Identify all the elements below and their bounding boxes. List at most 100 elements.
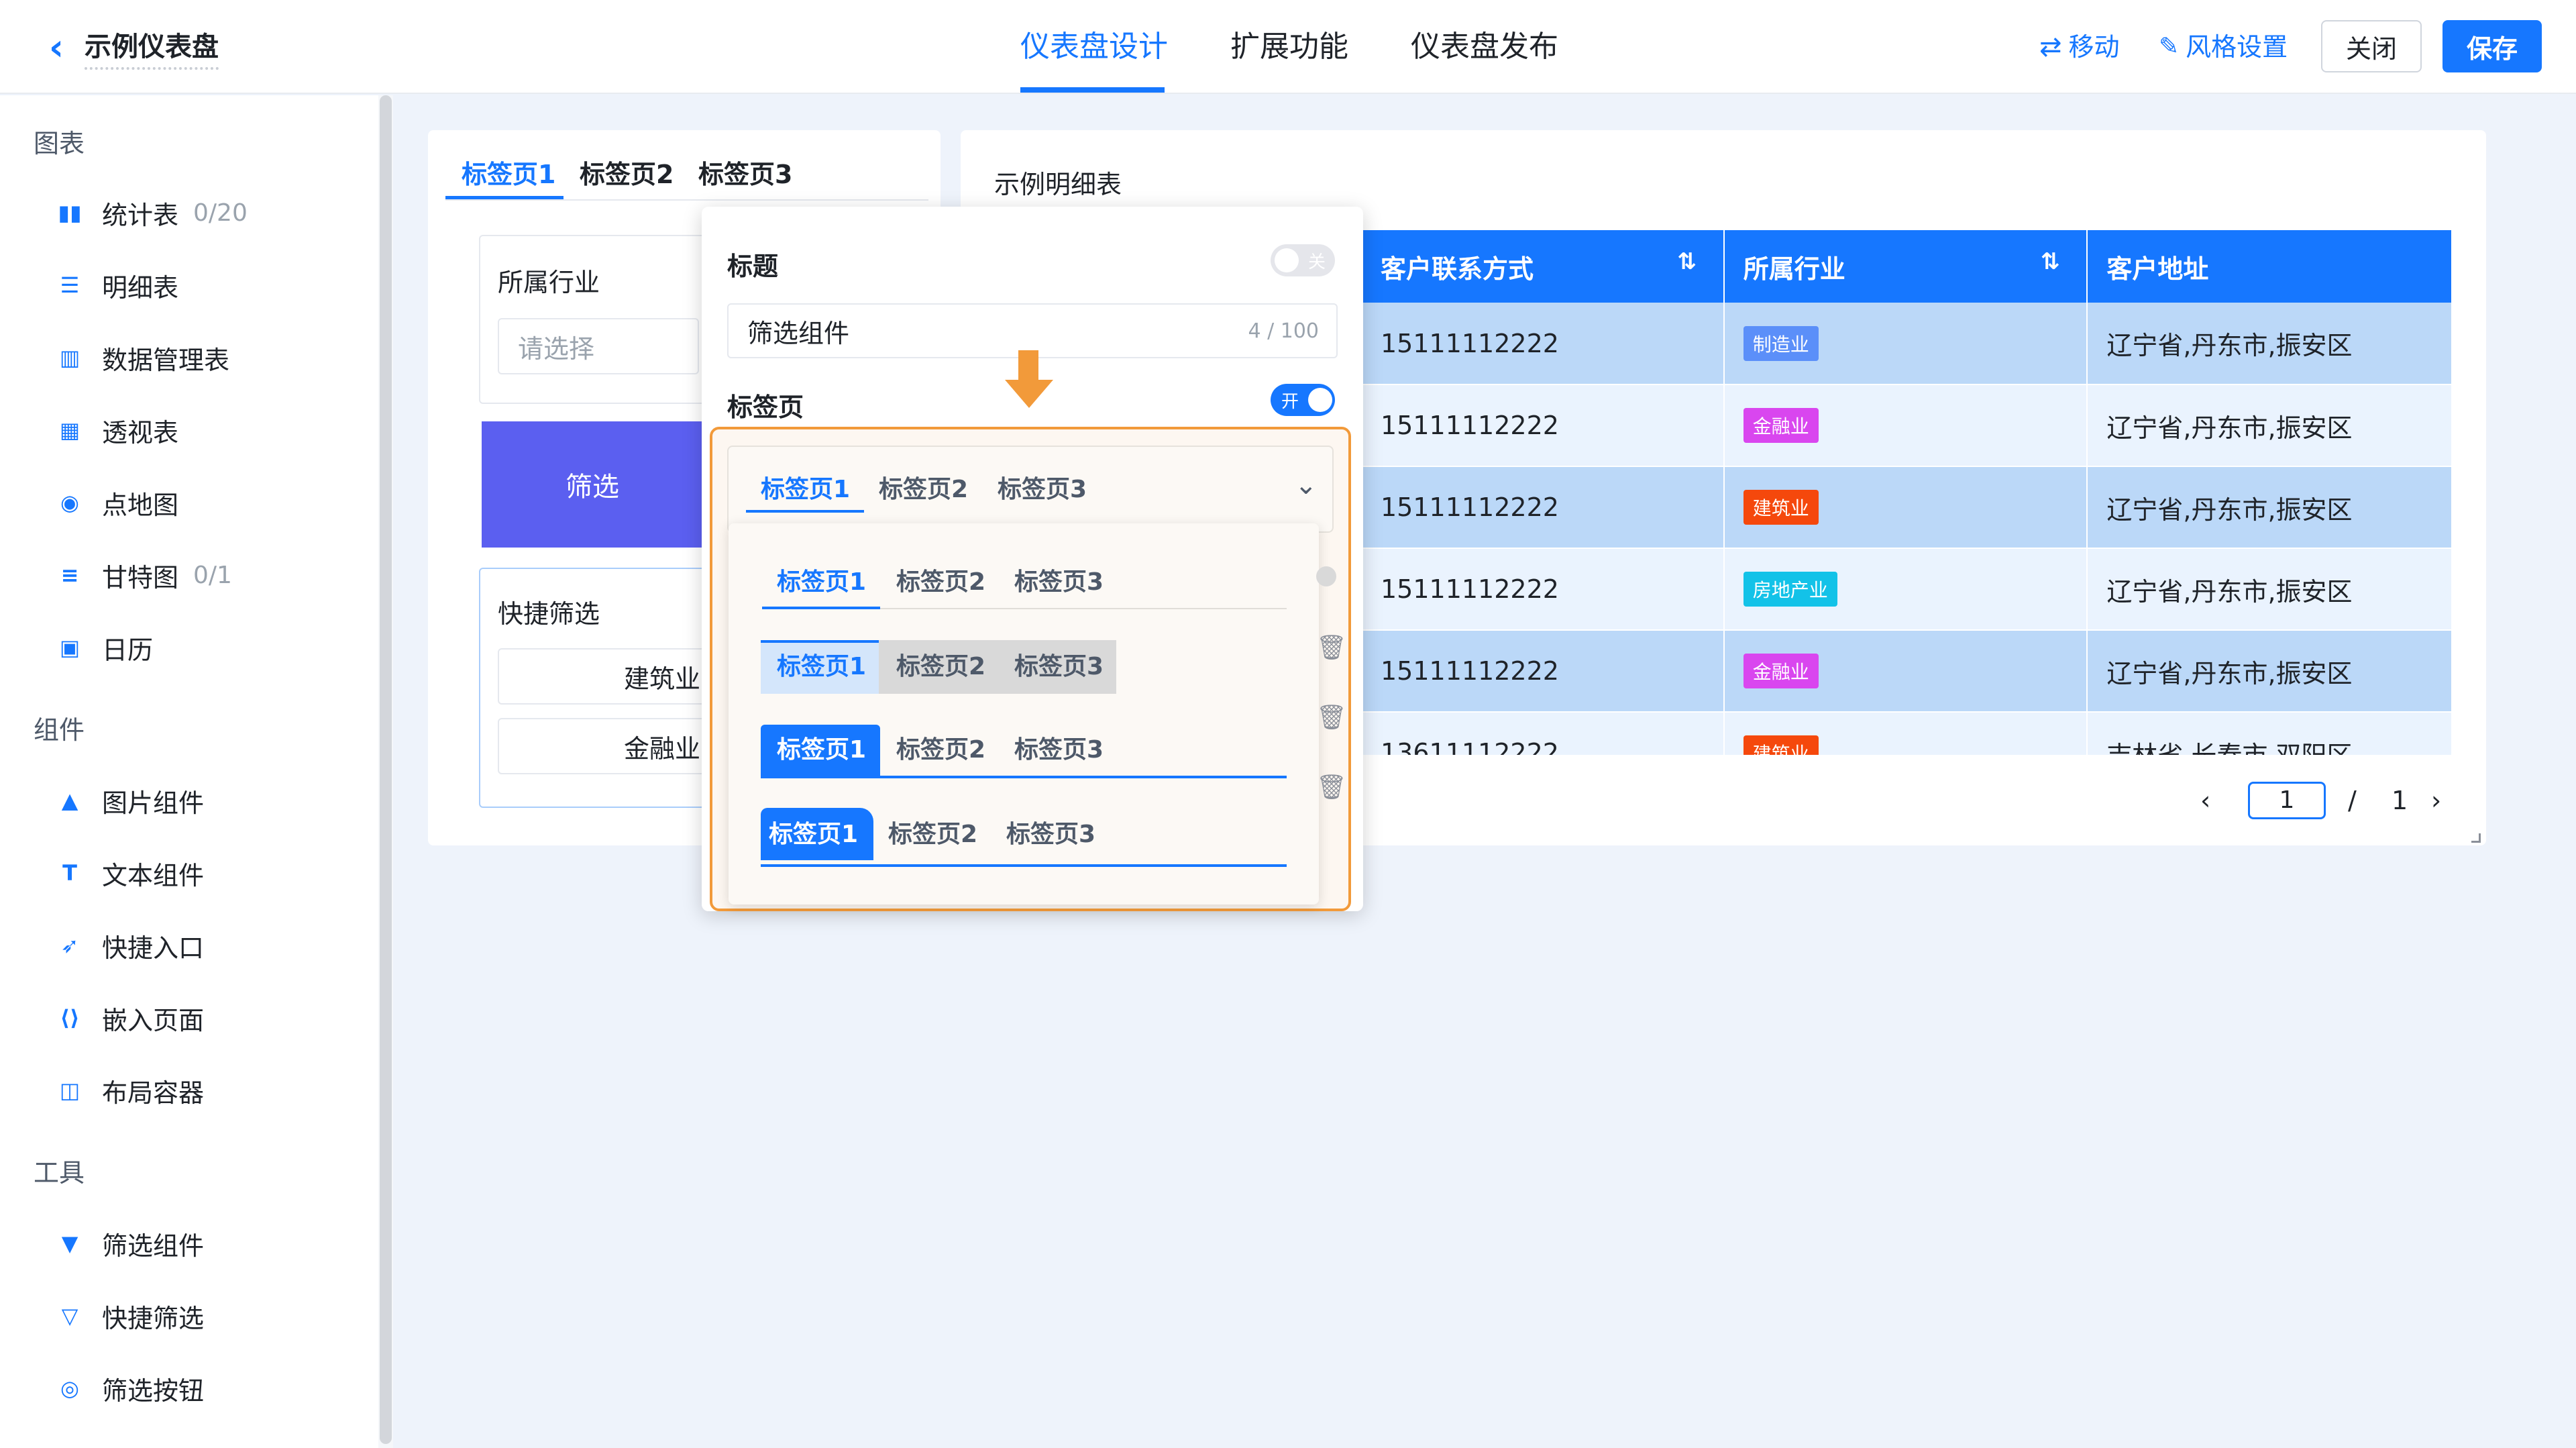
trash-icon[interactable]: 🗑 bbox=[1316, 773, 1347, 801]
cell-industry: 建筑业 bbox=[1723, 712, 2088, 755]
sidebar-item-embed[interactable]: ⟨⟩ 嵌入页面 bbox=[56, 994, 204, 1041]
filter-tab-3[interactable]: 标签页3 bbox=[698, 154, 792, 195]
cell-industry: 金融业 bbox=[1723, 384, 2088, 467]
move-button[interactable]: ⇄ 移动 bbox=[2039, 28, 2120, 66]
page-separator: / bbox=[2348, 786, 2357, 815]
sidebar-item-filter[interactable]: ▼ 筛选组件 bbox=[56, 1220, 204, 1267]
quick-filter-icon: ▽ bbox=[61, 1303, 78, 1329]
gantt-icon: ≡ bbox=[60, 562, 79, 588]
sidebar-item-shortcut[interactable]: ➶ 快捷入口 bbox=[56, 922, 204, 969]
embed-icon: ⟨⟩ bbox=[60, 1005, 80, 1031]
sidebar-item-gantt[interactable]: ≡ 甘特图 0/1 bbox=[56, 552, 232, 599]
tabs-toggle-knob bbox=[1308, 388, 1332, 412]
title-setting-label: 标题 bbox=[727, 252, 779, 281]
prev-page-icon[interactable]: ‹ bbox=[2200, 780, 2210, 821]
detail-table-icon: ☰ bbox=[60, 272, 80, 298]
style-settings-label: 风格设置 bbox=[2186, 32, 2288, 62]
style-settings-button[interactable]: ✎ 风格设置 bbox=[2159, 28, 2288, 66]
next-page-icon[interactable]: › bbox=[2431, 780, 2441, 821]
sidebar-item-text[interactable]: T 文本组件 bbox=[56, 849, 204, 896]
industry-tag: 建筑业 bbox=[1743, 490, 1819, 525]
option1-divider bbox=[880, 608, 1287, 609]
preview-tab-underline bbox=[746, 510, 864, 513]
filter-tab-divider bbox=[445, 199, 928, 201]
sidebar-item-detail-table[interactable]: ☰ 明细表 bbox=[56, 262, 178, 309]
text-icon: T bbox=[62, 860, 77, 886]
quick-option-construction[interactable]: 建筑业 bbox=[498, 648, 706, 705]
table-row[interactable]: 15111112222 房地产业 辽宁省,丹东市,振安区 bbox=[1362, 548, 2453, 631]
filter-icon: ▼ bbox=[61, 1231, 78, 1256]
sidebar-scrollbar[interactable] bbox=[380, 95, 392, 1444]
section-components: 组件 bbox=[34, 715, 85, 745]
filter-tab-1[interactable]: 标签页1 bbox=[462, 154, 555, 195]
column-header-address[interactable]: 客户地址 bbox=[2087, 230, 2453, 303]
table-row[interactable]: 15111112222 金融业 辽宁省,丹东市,振安区 bbox=[1362, 630, 2453, 713]
column-header-phone[interactable]: 客户联系方式 ⇅ bbox=[1362, 230, 1725, 303]
option1-underline bbox=[762, 607, 880, 609]
page-input[interactable]: 1 bbox=[2248, 782, 2326, 819]
table-row[interactable]: 13611112222 建筑业 吉林省,长春市,双阳区 bbox=[1362, 712, 2453, 755]
title-char-count: 4 / 100 bbox=[1248, 319, 1319, 343]
cell-industry: 建筑业 bbox=[1723, 466, 2088, 549]
move-label: 移动 bbox=[2068, 32, 2120, 62]
tab-extensions[interactable]: 扩展功能 bbox=[1230, 20, 1348, 74]
trash-icon[interactable]: 🗑 bbox=[1316, 703, 1347, 731]
sidebar-item-stat-table[interactable]: ▮▮ 统计表 0/20 bbox=[56, 189, 247, 236]
section-tools: 工具 bbox=[34, 1158, 85, 1188]
cell-address: 辽宁省,丹东市,振安区 bbox=[2087, 548, 2453, 631]
industry-tag: 金融业 bbox=[1743, 654, 1819, 688]
quick-option-finance[interactable]: 金融业 bbox=[498, 718, 706, 774]
sort-icon[interactable]: ⇅ bbox=[1677, 248, 1697, 275]
sidebar-item-quick-filter[interactable]: ▽ 快捷筛选 bbox=[56, 1292, 204, 1339]
resize-handle-icon[interactable] bbox=[2471, 833, 2481, 843]
cell-phone: 15111112222 bbox=[1362, 630, 1725, 713]
option2-tab-3: 标签页3 bbox=[1014, 653, 1104, 680]
cell-industry: 制造业 bbox=[1723, 303, 2088, 385]
back-icon[interactable]: ‹ bbox=[42, 26, 71, 68]
industry-tag: 房地产业 bbox=[1743, 572, 1837, 607]
table-row[interactable]: 15111112222 制造业 辽宁省,丹东市,振安区 bbox=[1362, 303, 2453, 385]
trash-icon[interactable]: 🗑 bbox=[1316, 633, 1347, 662]
option4-tab-1: 标签页1 bbox=[769, 821, 859, 848]
cell-phone: 15111112222 bbox=[1362, 303, 1725, 385]
cell-phone: 15111112222 bbox=[1362, 548, 1725, 631]
calendar-icon: ▣ bbox=[59, 635, 80, 660]
table-viewport: 客户联系方式 ⇅ 所属行业 ⇅ 客户地址 15111112222 制造业 辽宁省,丹东市… bbox=[1362, 230, 2453, 755]
filter-submit-button[interactable]: 筛选 bbox=[482, 421, 703, 548]
option2-tab-2: 标签页2 bbox=[896, 653, 986, 680]
data-manage-icon: ▥ bbox=[59, 345, 80, 370]
industry-tag: 金融业 bbox=[1743, 408, 1819, 443]
column-header-industry[interactable]: 所属行业 ⇅ bbox=[1723, 230, 2088, 303]
save-button[interactable]: 保存 bbox=[2443, 20, 2542, 72]
tab-publish[interactable]: 仪表盘发布 bbox=[1411, 20, 1558, 74]
sidebar-item-data-manage[interactable]: ▥ 数据管理表 bbox=[56, 334, 229, 381]
annotation-arrow-shaft bbox=[1018, 350, 1038, 384]
industry-select[interactable]: 请选择 bbox=[498, 318, 699, 374]
sidebar-item-image[interactable]: ▲ 图片组件 bbox=[56, 777, 204, 824]
industry-tag: 建筑业 bbox=[1743, 735, 1819, 755]
detail-table-title: 示例明细表 bbox=[994, 170, 1122, 199]
option2-tab-1: 标签页1 bbox=[777, 653, 867, 680]
sidebar-item-calendar[interactable]: ▣ 日历 bbox=[56, 624, 153, 671]
tab-dashboard-design[interactable]: 仪表盘设计 bbox=[1020, 20, 1168, 74]
sidebar-item-point-map[interactable]: ◉ 点地图 bbox=[56, 479, 178, 526]
table-row[interactable]: 15111112222 金融业 辽宁省,丹东市,振安区 bbox=[1362, 384, 2453, 467]
sort-icon[interactable]: ⇅ bbox=[2041, 248, 2060, 275]
option3-tab-3: 标签页3 bbox=[1014, 736, 1104, 764]
cell-phone: 13611112222 bbox=[1362, 712, 1725, 755]
tabs-setting-label: 标签页 bbox=[727, 393, 804, 422]
sidebar-item-pivot[interactable]: ▦ 透视表 bbox=[56, 407, 178, 454]
industry-label: 所属行业 bbox=[498, 268, 600, 297]
table-row[interactable]: 15111112222 建筑业 辽宁省,丹东市,振安区 bbox=[1362, 466, 2453, 549]
sidebar-item-filter-button[interactable]: ◎ 筛选按钮 bbox=[56, 1365, 204, 1412]
cell-address: 辽宁省,丹东市,振安区 bbox=[2087, 466, 2453, 549]
chevron-down-icon[interactable]: ⌄ bbox=[1295, 470, 1318, 501]
sidebar-item-layout[interactable]: ◫ 布局容器 bbox=[56, 1067, 204, 1114]
image-icon: ▲ bbox=[61, 788, 78, 813]
option4-tab-2: 标签页2 bbox=[888, 821, 978, 848]
cell-address: 辽宁省,丹东市,振安区 bbox=[2087, 303, 2453, 385]
dashboard-title[interactable]: 示例仪表盘 bbox=[85, 27, 219, 70]
close-button[interactable]: 关闭 bbox=[2321, 20, 2422, 72]
filter-tab-2[interactable]: 标签页2 bbox=[580, 154, 674, 195]
rocket-icon: ➶ bbox=[60, 933, 79, 958]
